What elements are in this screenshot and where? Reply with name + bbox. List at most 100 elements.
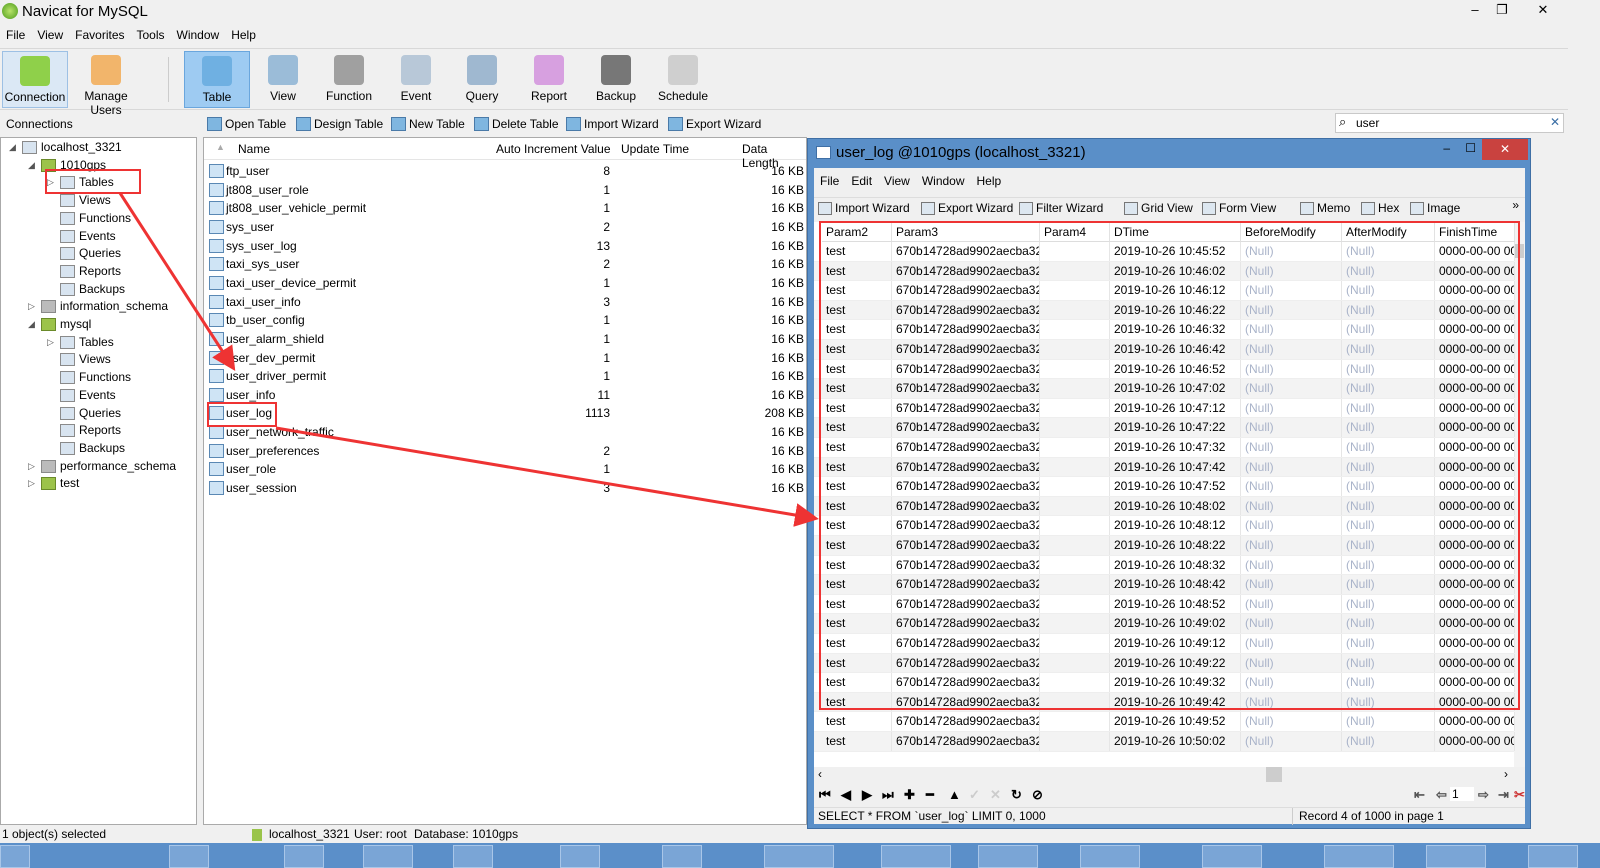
finishtime-cell[interactable]: 0000-00-00 00:: [1435, 496, 1515, 516]
taskbar-app[interactable]: [169, 845, 209, 868]
param4-cell[interactable]: [1040, 536, 1110, 555]
param4-cell[interactable]: [1040, 340, 1110, 359]
param3-cell[interactable]: 670b14728ad9902aecba32e2: [892, 300, 1040, 320]
col-dtime[interactable]: DTime: [1110, 222, 1241, 242]
toolbar-function-button[interactable]: Function: [316, 51, 382, 108]
finishtime-cell[interactable]: 0000-00-00 00:: [1435, 438, 1515, 457]
finishtime-cell[interactable]: 0000-00-00 00:: [1435, 359, 1515, 379]
dtime-cell[interactable]: 2019-10-26 10:49:42: [1110, 692, 1241, 712]
next-record-icon[interactable]: ▶: [862, 787, 872, 803]
beforemodify-cell[interactable]: (Null): [1241, 692, 1342, 712]
table-row[interactable]: sys_user 2 16 KB: [204, 218, 806, 237]
col-aftermodify[interactable]: AfterModify: [1342, 222, 1435, 242]
param4-cell[interactable]: [1040, 300, 1110, 320]
param4-cell[interactable]: [1040, 261, 1110, 281]
expand-toggle-icon[interactable]: ◢: [9, 139, 18, 156]
param4-cell[interactable]: [1040, 242, 1110, 261]
aftermodify-cell[interactable]: (Null): [1342, 457, 1435, 477]
dtime-cell[interactable]: 2019-10-26 10:45:52: [1110, 242, 1241, 261]
param4-cell[interactable]: [1040, 320, 1110, 339]
param4-cell[interactable]: [1040, 732, 1110, 751]
aftermodify-cell[interactable]: (Null): [1342, 320, 1435, 339]
grid-row[interactable]: test 670b14728ad9902aecba32e2 2019-10-26 1…: [814, 379, 1515, 399]
tree-item-reports[interactable]: Reports: [47, 263, 121, 280]
toolbar-view-button[interactable]: View: [250, 51, 316, 108]
aftermodify-cell[interactable]: (Null): [1342, 438, 1435, 457]
tree-item-localhost-3321[interactable]: ◢ localhost_3321: [9, 139, 122, 156]
image-button[interactable]: Image: [1410, 201, 1460, 215]
param2-cell[interactable]: test: [822, 732, 892, 751]
param3-cell[interactable]: 670b14728ad9902aecba32e2: [892, 692, 1040, 712]
param3-cell[interactable]: 670b14728ad9902aecba32e2: [892, 653, 1040, 673]
aftermodify-cell[interactable]: (Null): [1342, 477, 1435, 496]
param4-cell[interactable]: [1040, 673, 1110, 692]
beforemodify-cell[interactable]: (Null): [1241, 575, 1342, 594]
col-auto-increment[interactable]: Auto Increment Value: [496, 142, 611, 156]
tree-item-mysql[interactable]: ◢ mysql: [28, 316, 91, 333]
aftermodify-cell[interactable]: (Null): [1342, 379, 1435, 398]
table-row[interactable]: user_log 1113 208 KB: [204, 404, 806, 423]
param3-cell[interactable]: 670b14728ad9902aecba32e2: [892, 359, 1040, 379]
first-record-icon[interactable]: ⏮: [819, 787, 831, 803]
finishtime-cell[interactable]: 0000-00-00 00:: [1435, 457, 1515, 477]
expand-toggle-icon[interactable]: ▷: [28, 458, 37, 475]
grid-row[interactable]: test 670b14728ad9902aecba32e2 2019-10-26 1…: [814, 418, 1515, 438]
table-row[interactable]: user_info 11 16 KB: [204, 386, 806, 405]
param3-cell[interactable]: 670b14728ad9902aecba32e2: [892, 242, 1040, 261]
aftermodify-cell[interactable]: (Null): [1342, 242, 1435, 261]
grid-row[interactable]: test 670b14728ad9902aecba32e2 2019-10-26 1…: [814, 261, 1515, 282]
filter-wizard-button[interactable]: Filter Wizard: [1019, 201, 1103, 215]
tree-item-events[interactable]: Events: [47, 387, 116, 404]
aftermodify-cell[interactable]: (Null): [1342, 496, 1435, 516]
param2-cell[interactable]: test: [822, 692, 892, 712]
aftermodify-cell[interactable]: (Null): [1342, 300, 1435, 320]
finishtime-cell[interactable]: 0000-00-00 00:: [1435, 634, 1515, 653]
param3-cell[interactable]: 670b14728ad9902aecba32e2: [892, 516, 1040, 535]
aftermodify-cell[interactable]: (Null): [1342, 634, 1435, 653]
child-close-button[interactable]: ✕: [1482, 139, 1528, 160]
param4-cell[interactable]: [1040, 457, 1110, 477]
aftermodify-cell[interactable]: (Null): [1342, 575, 1435, 594]
param3-cell[interactable]: 670b14728ad9902aecba32e2: [892, 281, 1040, 300]
dtime-cell[interactable]: 2019-10-26 10:48:02: [1110, 496, 1241, 516]
col-name[interactable]: Name: [238, 142, 270, 156]
param3-cell[interactable]: 670b14728ad9902aecba32e2: [892, 712, 1040, 731]
expand-toggle-icon[interactable]: ▷: [47, 334, 56, 351]
param2-cell[interactable]: test: [822, 496, 892, 516]
dtime-cell[interactable]: 2019-10-26 10:48:42: [1110, 575, 1241, 594]
beforemodify-cell[interactable]: (Null): [1241, 320, 1342, 339]
last-page-icon[interactable]: ⇥: [1498, 787, 1509, 803]
taskbar-app[interactable]: [978, 845, 1038, 868]
taskbar-app[interactable]: [1202, 845, 1262, 868]
taskbar-app[interactable]: [0, 845, 30, 868]
grid-row[interactable]: test 670b14728ad9902aecba32e2 2019-10-26 1…: [814, 496, 1515, 517]
dtime-cell[interactable]: 2019-10-26 10:47:02: [1110, 379, 1241, 398]
search-input[interactable]: user: [1335, 113, 1564, 133]
child-menu-window[interactable]: Window: [922, 173, 965, 189]
prev-page-icon[interactable]: ⇦: [1436, 787, 1447, 803]
dtime-cell[interactable]: 2019-10-26 10:49:02: [1110, 614, 1241, 633]
tree-item-backups[interactable]: Backups: [47, 281, 125, 298]
expand-toggle-icon[interactable]: ▷: [28, 298, 37, 315]
finishtime-cell[interactable]: 0000-00-00 00:: [1435, 300, 1515, 320]
apply-icon[interactable]: ✓: [969, 787, 980, 803]
param4-cell[interactable]: [1040, 496, 1110, 516]
tree-item-views[interactable]: Views: [47, 192, 111, 209]
dtime-cell[interactable]: 2019-10-26 10:50:02: [1110, 732, 1241, 751]
grid-view-button[interactable]: Grid View: [1124, 201, 1193, 215]
param2-cell[interactable]: test: [822, 653, 892, 673]
finishtime-cell[interactable]: 0000-00-00 00:: [1435, 594, 1515, 614]
dtime-cell[interactable]: 2019-10-26 10:46:12: [1110, 281, 1241, 300]
beforemodify-cell[interactable]: (Null): [1241, 634, 1342, 653]
beforemodify-cell[interactable]: (Null): [1241, 712, 1342, 731]
menu-tools[interactable]: Tools: [137, 25, 165, 45]
beforemodify-cell[interactable]: (Null): [1241, 359, 1342, 379]
beforemodify-cell[interactable]: (Null): [1241, 732, 1342, 751]
beforemodify-cell[interactable]: (Null): [1241, 594, 1342, 614]
vertical-scrollbar[interactable]: [1514, 222, 1525, 767]
param3-cell[interactable]: 670b14728ad9902aecba32e2: [892, 418, 1040, 437]
prev-record-icon[interactable]: ◀: [841, 787, 851, 803]
scroll-thumb[interactable]: [1266, 767, 1282, 782]
child-maximize-button[interactable]: ☐: [1465, 141, 1476, 155]
tree-item-reports[interactable]: Reports: [47, 422, 121, 439]
